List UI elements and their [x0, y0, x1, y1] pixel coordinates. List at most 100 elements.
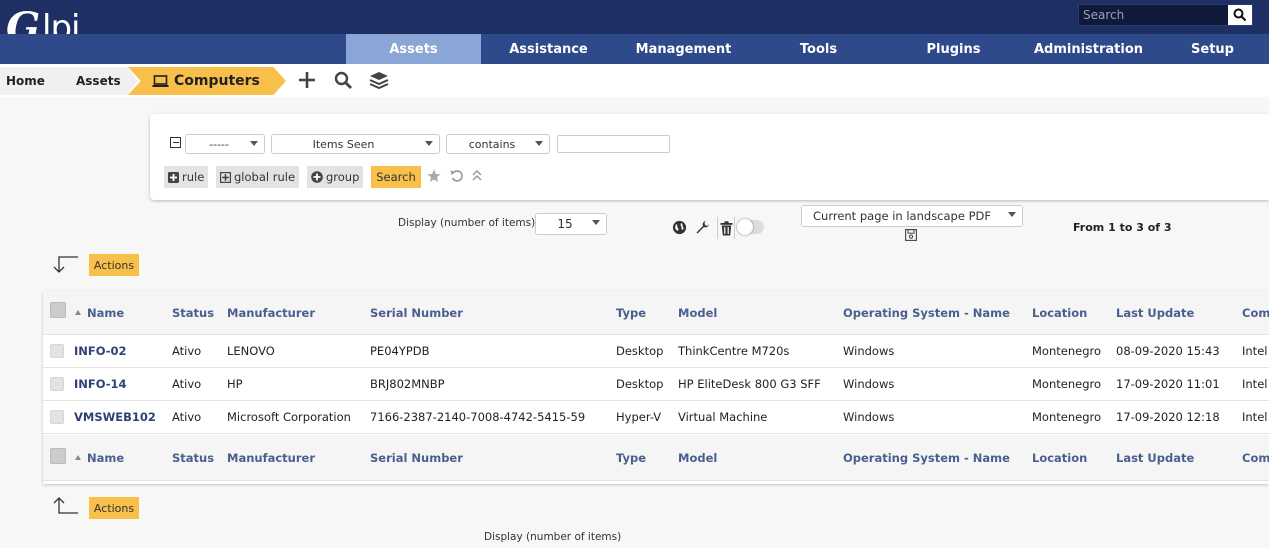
global-search	[1078, 4, 1253, 26]
column-footer-last-update[interactable]: Last Update	[1116, 435, 1194, 480]
deleted-items-toggle[interactable]	[737, 219, 764, 235]
layers-icon[interactable]	[368, 69, 390, 91]
column-header-location[interactable]: Location	[1032, 291, 1087, 334]
column-header-serial-number[interactable]: Serial Number	[370, 291, 463, 334]
arrow-down-left-icon	[53, 256, 78, 273]
cell-location: Montenegro	[1032, 410, 1102, 424]
cell-manufacturer: LENOVO	[227, 344, 275, 358]
display-count-value: 15	[557, 217, 573, 231]
breadcrumb-computers-label: Computers	[174, 73, 260, 89]
cell-model: ThinkCentre M720s	[678, 344, 790, 358]
wrench-icon[interactable]	[694, 219, 710, 235]
column-footer-status[interactable]: Status	[172, 435, 214, 480]
row-checkbox[interactable]	[50, 377, 64, 391]
menu-setup[interactable]: Setup	[1156, 34, 1269, 64]
menu-plugins[interactable]: Plugins	[886, 34, 1021, 64]
add-rule-label: rule	[182, 170, 205, 184]
cell-os-name: Windows	[843, 377, 895, 391]
computer-name-link[interactable]: INFO-02	[74, 335, 127, 367]
computer-name-link[interactable]: INFO-14	[74, 368, 127, 400]
column-footer-model[interactable]: Model	[678, 435, 717, 480]
column-header-type[interactable]: Type	[616, 291, 646, 334]
menu-administration[interactable]: Administration	[1021, 34, 1156, 64]
laptop-icon	[152, 74, 169, 87]
table-row: INFO-14 Ativo HP BRJ802MNBP Desktop HP E…	[43, 368, 1269, 401]
menu-management[interactable]: Management	[616, 34, 751, 64]
add-icon[interactable]	[296, 69, 318, 91]
cell-serial-number: 7166-2387-2140-7008-4742-5415-59	[370, 410, 586, 424]
search-icon[interactable]	[332, 69, 354, 91]
actions-button-top[interactable]: Actions	[89, 254, 139, 276]
menu-tools[interactable]: Tools	[751, 34, 886, 64]
field-select[interactable]: Items Seen	[271, 134, 440, 154]
column-footer-manufacturer[interactable]: Manufacturer	[227, 435, 315, 480]
column-footer-type[interactable]: Type	[616, 435, 646, 480]
column-header-manufacturer[interactable]: Manufacturer	[227, 291, 315, 334]
search-submit-button[interactable]: Search	[371, 166, 421, 188]
column-header-status[interactable]: Status	[172, 291, 214, 334]
cell-model: Virtual Machine	[678, 410, 768, 424]
row-checkbox[interactable]	[50, 410, 64, 424]
cell-serial-number: PE04YPDB	[370, 344, 430, 358]
display-count-label: Display (number of items)	[398, 217, 536, 229]
select-all-checkbox-footer[interactable]	[50, 448, 66, 464]
computer-name-link[interactable]: VMSWEB102	[74, 401, 156, 433]
breadcrumb-assets[interactable]: Assets	[52, 67, 138, 95]
cell-type: Desktop	[616, 344, 664, 358]
column-header-os-name[interactable]: Operating System - Name	[843, 291, 1010, 334]
cell-last-update: 08-09-2020 15:43	[1116, 344, 1220, 358]
column-header-name[interactable]: Name	[75, 291, 124, 334]
select-all-checkbox[interactable]	[50, 302, 66, 318]
cell-components: Intel	[1242, 377, 1268, 391]
column-footer-name[interactable]: Name	[75, 435, 124, 480]
cell-manufacturer: HP	[227, 377, 243, 391]
link-select-value: -----	[209, 137, 229, 151]
search-criteria-panel: ----- Items Seen contains rule global ru…	[150, 114, 1269, 200]
add-group-button[interactable]: group	[307, 166, 364, 188]
actions-button-bottom[interactable]: Actions	[89, 497, 139, 519]
global-search-input[interactable]	[1079, 5, 1229, 25]
table-row: VMSWEB102 Ativo Microsoft Corporation 71…	[43, 401, 1269, 434]
row-checkbox[interactable]	[50, 344, 64, 358]
search-icon[interactable]	[1228, 5, 1252, 25]
breadcrumb: Home Assets Computers	[0, 64, 1269, 97]
column-header-model[interactable]: Model	[678, 291, 717, 334]
add-global-rule-label: global rule	[234, 170, 296, 184]
cell-type: Hyper-V	[616, 410, 662, 424]
link-select[interactable]: -----	[185, 134, 265, 154]
reset-icon[interactable]	[450, 169, 464, 183]
column-footer-components[interactable]: Com	[1242, 435, 1269, 480]
add-global-rule-button[interactable]: global rule	[216, 166, 300, 188]
arrow-up-left-icon	[53, 497, 78, 514]
star-icon[interactable]	[427, 169, 441, 183]
computers-table: Name Status Manufacturer Serial Number T…	[43, 291, 1269, 484]
globe-icon[interactable]	[671, 219, 687, 235]
breadcrumb-home[interactable]: Home	[0, 67, 60, 95]
field-select-value: Items Seen	[312, 137, 375, 151]
cell-last-update: 17-09-2020 12:18	[1116, 410, 1220, 424]
cell-status: Ativo	[172, 410, 202, 424]
cell-last-update: 17-09-2020 11:01	[1116, 377, 1220, 391]
trash-icon[interactable]	[717, 217, 735, 239]
add-group-label: group	[326, 170, 360, 184]
display-count-select[interactable]: 15	[535, 213, 607, 235]
menu-assets[interactable]: Assets	[346, 34, 481, 64]
criteria-value-input[interactable]	[557, 135, 670, 153]
column-footer-os-name[interactable]: Operating System - Name	[843, 435, 1010, 480]
table-row: INFO-02 Ativo LENOVO PE04YPDB Desktop Th…	[43, 335, 1269, 368]
column-footer-location[interactable]: Location	[1032, 435, 1087, 480]
operator-select[interactable]: contains	[446, 134, 550, 154]
column-header-last-update[interactable]: Last Update	[1116, 291, 1194, 334]
cell-os-name: Windows	[843, 410, 895, 424]
column-header-components[interactable]: Com	[1242, 291, 1269, 334]
menu-assistance[interactable]: Assistance	[481, 34, 616, 64]
column-footer-serial-number[interactable]: Serial Number	[370, 435, 463, 480]
breadcrumb-computers[interactable]: Computers	[128, 67, 286, 95]
save-icon[interactable]	[905, 229, 917, 241]
operator-select-value: contains	[468, 137, 516, 151]
collapse-icon[interactable]	[470, 169, 484, 183]
cell-type: Desktop	[616, 377, 664, 391]
remove-criteria-icon[interactable]	[170, 137, 181, 148]
export-format-select[interactable]: Current page in landscape PDF	[801, 205, 1023, 227]
add-rule-button[interactable]: rule	[164, 166, 209, 188]
